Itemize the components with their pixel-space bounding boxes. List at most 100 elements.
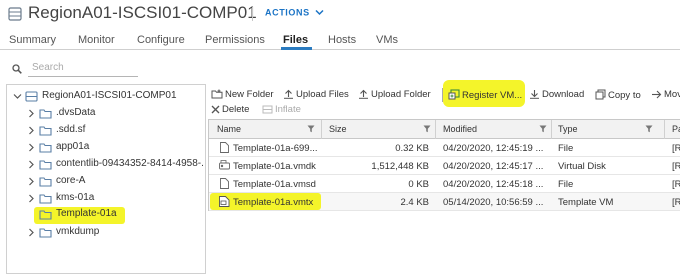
inflate-button[interactable]: Inflate — [262, 104, 301, 115]
search-input[interactable]: Search — [28, 61, 138, 77]
folder-icon — [39, 194, 52, 204]
tree-item-sdd[interactable]: .sdd.sf — [27, 123, 203, 139]
copy-to-label: Copy to — [608, 90, 641, 101]
inflate-label: Inflate — [275, 104, 301, 115]
column-header-path[interactable]: Pa — [672, 124, 680, 134]
upload-files-button[interactable]: Upload Files — [283, 89, 349, 100]
column-divider[interactable] — [664, 120, 665, 139]
chevron-right-icon[interactable] — [27, 194, 36, 203]
folder-icon — [39, 126, 52, 136]
cell-size: 0.32 KB — [395, 143, 429, 154]
column-divider[interactable] — [321, 120, 322, 139]
column-divider[interactable] — [435, 120, 436, 139]
table-row-selected[interactable]: Template-01a.vmtx 2.4 KB 05/14/2020, 10:… — [209, 193, 680, 211]
filter-icon[interactable] — [645, 125, 653, 133]
cell-type: Virtual Disk — [558, 161, 606, 172]
cell-name: Template-01a.vmdk — [233, 161, 316, 172]
upload-folder-label: Upload Folder — [371, 89, 431, 100]
cell-modified: 05/14/2020, 10:56:59 ... — [443, 197, 544, 208]
column-header-size[interactable]: Size — [329, 124, 347, 134]
folder-icon — [39, 210, 52, 220]
tab-permissions[interactable]: Permissions — [205, 34, 265, 46]
column-header-name[interactable]: Name — [217, 124, 241, 134]
tree-item-label: core-A — [56, 175, 86, 186]
cell-path: [R — [672, 179, 680, 190]
column-header-modified[interactable]: Modified — [443, 124, 477, 134]
tab-files[interactable]: Files — [283, 34, 308, 46]
arrow-right-icon — [652, 90, 662, 99]
tree-item-core-a[interactable]: core-A — [27, 174, 203, 190]
filter-icon[interactable] — [539, 125, 547, 133]
download-icon — [530, 90, 539, 99]
move-to-button[interactable]: Mov — [651, 89, 680, 100]
cell-size: 0 KB — [408, 179, 429, 190]
tab-vms[interactable]: VMs — [376, 34, 398, 46]
chevron-right-icon[interactable] — [27, 160, 36, 169]
cell-name: Template-01a-699... — [233, 143, 318, 154]
files-table: Name Size Modified Type Pa Template-01a-… — [208, 119, 680, 211]
table-row[interactable]: Template-01a.vmsd 0 KB 04/20/2020, 12:45… — [209, 175, 680, 193]
download-button[interactable]: Download — [529, 89, 584, 100]
tree-item-label: .sdd.sf — [56, 124, 86, 135]
close-icon — [211, 105, 220, 114]
search-placeholder: Search — [32, 62, 64, 73]
chevron-right-icon[interactable] — [27, 109, 36, 118]
folder-icon — [39, 160, 52, 170]
tree-item-contentlib[interactable]: contentlib-09434352-8414-4958-... — [27, 157, 203, 173]
virtual-disk-icon — [219, 160, 230, 170]
file-icon — [220, 178, 229, 189]
cell-type: Template VM — [558, 197, 614, 208]
delete-button[interactable]: Delete — [211, 104, 249, 115]
filter-icon[interactable] — [307, 125, 315, 133]
tree-item-label: app01a — [56, 141, 90, 152]
register-vm-button[interactable]: Register VM... — [448, 89, 522, 101]
tab-configure[interactable]: Configure — [137, 34, 185, 46]
column-divider[interactable] — [551, 120, 552, 139]
new-folder-button[interactable]: New Folder — [211, 89, 274, 100]
datastore-icon — [25, 91, 38, 102]
cell-size: 2.4 KB — [400, 197, 429, 208]
tree-root[interactable]: RegionA01-ISCSI01-COMP01 — [13, 89, 203, 105]
tree-item-vmkdump[interactable]: vmkdump — [27, 225, 203, 241]
tree-item-label: .dvsData — [56, 107, 96, 118]
upload-folder-button[interactable]: Upload Folder — [358, 89, 431, 100]
tree-item-kms-01a[interactable]: kms-01a — [27, 191, 203, 207]
header-divider — [252, 7, 253, 21]
upload-files-label: Upload Files — [296, 89, 349, 100]
tab-summary[interactable]: Summary — [9, 34, 56, 46]
cell-path: [R — [672, 197, 680, 208]
toolbar-divider — [442, 88, 443, 102]
copy-icon — [595, 89, 606, 100]
cell-path: [R — [672, 161, 680, 172]
filter-icon[interactable] — [423, 125, 431, 133]
tab-monitor[interactable]: Monitor — [78, 34, 115, 46]
tree-item-app01a[interactable]: app01a — [27, 140, 203, 156]
folder-icon — [39, 228, 52, 238]
cell-type: File — [558, 143, 574, 154]
cell-modified: 04/20/2020, 12:45:19 ... — [443, 143, 544, 154]
column-header-type[interactable]: Type — [558, 124, 578, 134]
tree-item-dvsdata[interactable]: .dvsData — [27, 106, 203, 122]
table-header: Name Size Modified Type Pa — [209, 120, 680, 139]
tree-item-template-01a[interactable]: Template-01a — [34, 207, 125, 224]
chevron-right-icon[interactable] — [27, 177, 36, 186]
tree-root-label: RegionA01-ISCSI01-COMP01 — [42, 90, 177, 101]
tree-item-label: kms-01a — [56, 192, 95, 203]
chevron-right-icon[interactable] — [27, 126, 36, 135]
cell-path: [R — [672, 143, 680, 154]
folder-icon — [39, 109, 52, 119]
chevron-right-icon[interactable] — [27, 143, 36, 152]
copy-to-button[interactable]: Copy to — [595, 89, 641, 101]
actions-menu-button[interactable]: ACTIONS — [265, 7, 324, 18]
cell-modified: 04/20/2020, 12:45:18 ... — [443, 179, 544, 190]
chevron-down-icon[interactable] — [13, 92, 22, 101]
table-row[interactable]: Template-01a.vmdk 1,512,448 KB 04/20/202… — [209, 157, 680, 175]
search-icon — [12, 64, 22, 74]
chevron-right-icon[interactable] — [27, 228, 36, 237]
move-to-label: Mov — [664, 89, 680, 100]
tree-item-label: vmkdump — [56, 226, 100, 237]
tab-hosts[interactable]: Hosts — [328, 34, 356, 46]
register-vm-icon — [448, 89, 460, 100]
table-row[interactable]: Template-01a-699... 0.32 KB 04/20/2020, … — [209, 139, 680, 157]
cell-size: 1,512,448 KB — [371, 161, 429, 172]
